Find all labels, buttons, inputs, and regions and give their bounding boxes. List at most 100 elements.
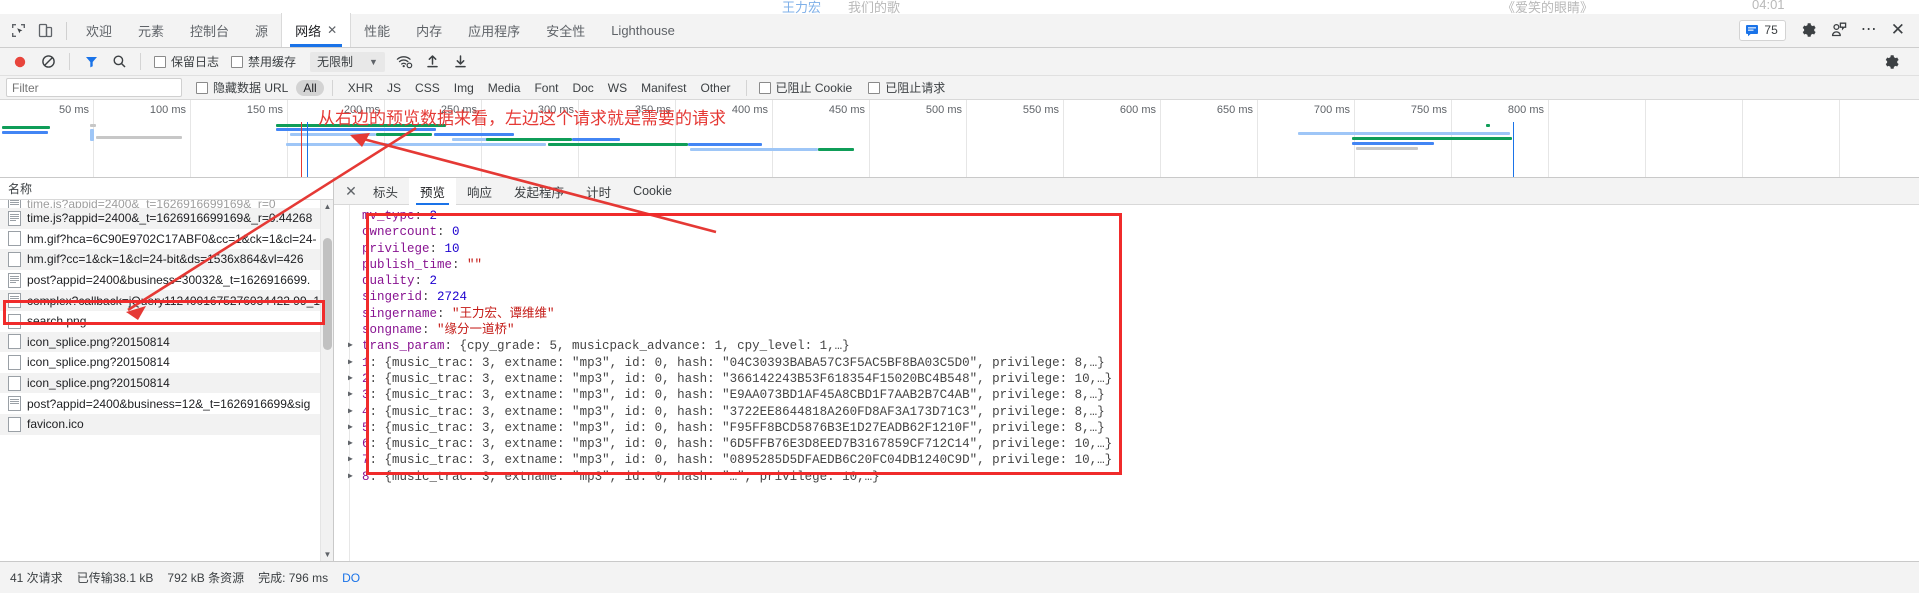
import-har-icon[interactable] [421, 50, 445, 74]
expand-triangle-icon[interactable]: ▶ [348, 420, 353, 436]
expand-triangle-icon[interactable]: ▶ [348, 338, 353, 354]
detail-close-icon[interactable]: ✕ [340, 183, 362, 200]
preview-line[interactable]: ▶ 8: {music_trac: 3, extname: "mp3", id: … [334, 469, 1919, 485]
scroll-up-icon[interactable]: ▲ [321, 200, 333, 213]
scroll-down-icon[interactable]: ▼ [321, 548, 333, 561]
tab-security[interactable]: 安全性 [533, 13, 598, 47]
filter-type-manifest[interactable]: Manifest [634, 80, 693, 96]
preview-line[interactable]: privilege: 10 [334, 241, 1919, 257]
list-item[interactable]: search.png [0, 311, 333, 332]
list-item[interactable]: icon_splice.png?20150814 [0, 352, 333, 373]
filter-type-css[interactable]: CSS [408, 80, 447, 96]
detail-tab-headers[interactable]: 标头 [362, 178, 409, 205]
detail-tab-preview[interactable]: 预览 [409, 178, 457, 205]
more-options-icon[interactable]: ⋯ [1861, 22, 1878, 38]
close-devtools-icon[interactable]: ✕ [1891, 21, 1905, 38]
search-icon[interactable] [107, 50, 131, 74]
preview-json-viewer[interactable]: mv_type: 2 ownercount: 0 privilege: 10 publ… [334, 205, 1919, 561]
filter-input[interactable] [6, 78, 182, 97]
expand-triangle-icon[interactable]: ▶ [348, 452, 353, 468]
expand-triangle-icon[interactable]: ▶ [348, 387, 353, 403]
list-item[interactable]: post?appid=2400&business=30032&_t=162691… [0, 270, 333, 291]
request-name: search.png [27, 314, 87, 329]
preview-line[interactable]: singername: "王力宏、谭维维" [334, 306, 1919, 322]
feedback-icon[interactable] [1830, 21, 1848, 39]
tab-elements[interactable]: 元素 [125, 13, 177, 47]
tab-sources[interactable]: 源 [242, 13, 281, 47]
device-toolbar-icon[interactable] [37, 22, 54, 39]
list-item[interactable]: post?appid=2400&business=12&_t=162691669… [0, 393, 333, 414]
preview-line[interactable]: quality: 2 [334, 273, 1919, 289]
detail-tab-initiator[interactable]: 发起程序 [503, 178, 575, 205]
issues-badge[interactable]: 75 [1739, 19, 1786, 41]
detail-tab-response[interactable]: 响应 [456, 178, 503, 205]
list-item[interactable]: hm.gif?hca=6C90E9702C17ABF0&cc=1&ck=1&cl… [0, 229, 333, 250]
throttling-dropdown[interactable]: 无限制 ▼ [310, 51, 385, 72]
preview-line[interactable]: ▶ 1: {music_trac: 3, extname: "mp3", id: … [334, 355, 1919, 371]
expand-triangle-icon[interactable]: ▶ [348, 355, 353, 371]
list-item-selected[interactable]: complex?callback=jQuery11240016752760344… [0, 290, 333, 311]
filter-type-all[interactable]: All [296, 79, 324, 96]
hide-data-urls-checkbox[interactable]: 隐藏数据 URL [196, 79, 288, 96]
settings-gear-icon[interactable] [1799, 21, 1817, 39]
expand-triangle-icon[interactable]: ▶ [348, 436, 353, 452]
preview-line[interactable]: ▶ 7: {music_trac: 3, extname: "mp3", id: … [334, 452, 1919, 468]
tab-welcome[interactable]: 欢迎 [73, 13, 125, 47]
record-button[interactable] [8, 50, 32, 74]
list-item[interactable]: time.js?appid=2400&_t=1626916699169&_r=0 [0, 200, 333, 208]
preview-line[interactable]: ▶ 4: {music_trac: 3, extname: "mp3", id: … [334, 404, 1919, 420]
tab-memory[interactable]: 内存 [403, 13, 455, 47]
tab-performance[interactable]: 性能 [351, 13, 403, 47]
filter-type-img[interactable]: Img [447, 80, 481, 96]
list-item[interactable]: favicon.ico [0, 413, 333, 435]
preview-line[interactable]: mv_type: 2 [334, 208, 1919, 224]
list-item[interactable]: icon_splice.png?20150814 [0, 372, 333, 394]
preview-line[interactable]: songname: "缘分一道桥" [334, 322, 1919, 338]
blocked-cookies-checkbox[interactable]: 已阻止 Cookie [755, 79, 857, 96]
network-conditions-icon[interactable] [393, 50, 417, 74]
tab-close-icon[interactable]: ✕ [327, 23, 337, 37]
detail-tab-timing[interactable]: 计时 [575, 178, 622, 205]
filter-type-font[interactable]: Font [527, 80, 565, 96]
tab-network[interactable]: 网络 ✕ [281, 13, 352, 47]
network-overview-timeline[interactable]: 50 ms 100 ms 150 ms 200 ms 250 ms 300 ms… [0, 100, 1919, 178]
expand-triangle-icon[interactable]: ▶ [348, 469, 353, 485]
list-item[interactable]: time.js?appid=2400&_t=1626916699169&_r=0… [0, 208, 333, 229]
detail-tab-cookies[interactable]: Cookie [622, 178, 683, 205]
tab-console[interactable]: 控制台 [177, 13, 242, 47]
export-har-icon[interactable] [449, 50, 473, 74]
inspect-element-icon[interactable] [10, 22, 27, 39]
preview-line[interactable]: ▶ 2: {music_trac: 3, extname: "mp3", id: … [334, 371, 1919, 387]
expand-triangle-icon[interactable]: ▶ [348, 404, 353, 420]
tab-application[interactable]: 应用程序 [455, 13, 533, 47]
filter-type-xhr[interactable]: XHR [341, 80, 380, 96]
list-item[interactable]: hm.gif?cc=1&ck=1&cl=24-bit&ds=1536x864&v… [0, 249, 333, 270]
request-name: time.js?appid=2400&_t=1626916699169&_r=0… [27, 211, 313, 226]
preview-line[interactable]: ▶ 5: {music_trac: 3, extname: "mp3", id: … [334, 420, 1919, 436]
preview-line[interactable]: ▶ trans_param: {cpy_grade: 5, musicpack_a… [334, 338, 1919, 354]
preview-line[interactable]: ownercount: 0 [334, 224, 1919, 240]
preview-line[interactable]: ▶ 3: {music_trac: 3, extname: "mp3", id: … [334, 387, 1919, 403]
scrollbar-thumb[interactable] [323, 238, 332, 350]
preview-line[interactable]: publish_time: "" [334, 257, 1919, 273]
preserve-log-checkbox[interactable]: 保留日志 [150, 53, 223, 70]
network-settings-gear-icon[interactable] [1879, 50, 1903, 74]
filter-type-media[interactable]: Media [481, 80, 528, 96]
timeline-bar [690, 148, 818, 151]
request-list-scrollbar[interactable]: ▲ ▼ [320, 200, 333, 561]
filter-type-other[interactable]: Other [694, 80, 738, 96]
filter-type-doc[interactable]: Doc [565, 80, 600, 96]
preview-line[interactable]: singerid: 2724 [334, 289, 1919, 305]
disable-cache-checkbox[interactable]: 禁用缓存 [227, 53, 300, 70]
list-item[interactable]: icon_splice.png?20150814 [0, 331, 333, 353]
expand-triangle-icon[interactable]: ▶ [348, 371, 353, 387]
filter-icon[interactable] [79, 50, 103, 74]
preview-value: {music_trac: 3, extname: "mp3", id: 0, h… [384, 388, 1105, 403]
tab-lighthouse[interactable]: Lighthouse [598, 13, 688, 47]
blocked-requests-checkbox[interactable]: 已阻止请求 [864, 79, 949, 96]
preview-line[interactable]: ▶ 6: {music_trac: 3, extname: "mp3", id: … [334, 436, 1919, 452]
clear-button[interactable] [36, 50, 60, 74]
filter-type-ws[interactable]: WS [601, 80, 634, 96]
timeline-bar [286, 143, 546, 146]
filter-type-js[interactable]: JS [380, 80, 408, 96]
